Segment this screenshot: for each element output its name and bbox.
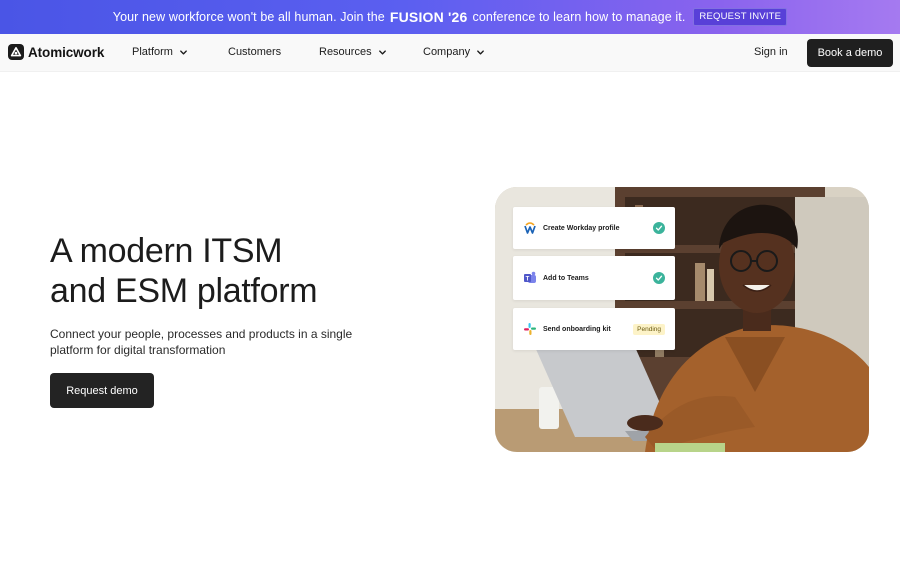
nav-item-customers[interactable]: Customers bbox=[228, 46, 281, 58]
task-label: Create Workday profile bbox=[543, 224, 620, 232]
task-label: Add to Teams bbox=[543, 274, 589, 282]
task-card: Send onboarding kit Pending bbox=[513, 308, 675, 350]
workday-icon bbox=[524, 222, 536, 234]
nav-item-resources[interactable]: Resources bbox=[319, 46, 387, 58]
atomicwork-logo-icon bbox=[8, 44, 24, 60]
request-demo-button[interactable]: Request demo bbox=[50, 373, 154, 408]
sign-in-link[interactable]: Sign in bbox=[754, 46, 788, 58]
check-icon bbox=[653, 222, 665, 234]
slack-icon bbox=[524, 323, 536, 335]
hero-title: A modern ITSM and ESM platform bbox=[50, 231, 430, 311]
chevron-down-icon bbox=[180, 49, 187, 55]
task-card: Create Workday profile bbox=[513, 207, 675, 249]
nav-item-platform[interactable]: Platform bbox=[132, 46, 188, 58]
top-navigation: Atomicwork Platform Customers Resources … bbox=[0, 34, 900, 72]
logo[interactable]: Atomicwork bbox=[8, 44, 104, 60]
banner-text-after: conference to learn how to manage it. bbox=[472, 10, 686, 24]
task-label: Send onboarding kit bbox=[543, 325, 611, 333]
banner-text-before: Your new workforce won't be all human. J… bbox=[112, 10, 385, 24]
book-demo-button[interactable]: Book a demo bbox=[807, 39, 893, 67]
teams-icon: T bbox=[524, 271, 536, 283]
nav-item-label: Resources bbox=[319, 46, 372, 58]
banner-brand: FUSION '26 bbox=[389, 9, 468, 25]
request-invite-button[interactable]: REQUEST INVITE bbox=[693, 8, 788, 26]
svg-text:T: T bbox=[526, 277, 530, 283]
chevron-down-icon bbox=[378, 49, 386, 55]
announcement-banner: Your new workforce won't be all human. J… bbox=[0, 0, 900, 34]
hero-subtitle: Connect your people, processes and produ… bbox=[50, 327, 353, 357]
logo-text: Atomicwork bbox=[28, 44, 105, 60]
check-icon bbox=[653, 272, 665, 284]
hero-title-line1: A modern ITSM bbox=[50, 232, 283, 270]
task-card: T Add to Teams bbox=[513, 256, 675, 300]
nav-item-label: Customers bbox=[228, 46, 282, 58]
nav-item-label: Platform bbox=[132, 46, 173, 58]
pending-badge: Pending bbox=[633, 323, 665, 335]
nav-item-label: Company bbox=[423, 46, 471, 58]
nav-item-company[interactable]: Company bbox=[423, 46, 485, 58]
chevron-down-icon bbox=[477, 49, 484, 55]
hero-title-line2: and ESM platform bbox=[50, 272, 318, 310]
